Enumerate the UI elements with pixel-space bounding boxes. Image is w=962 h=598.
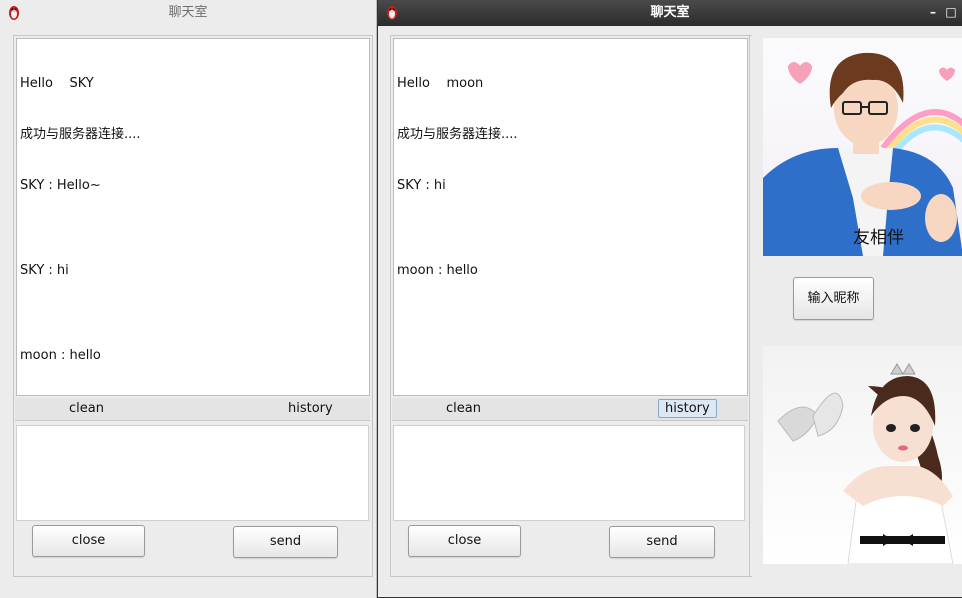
girl-avatar-illustration xyxy=(777,363,954,564)
left-window-title: 聊天室 xyxy=(168,5,208,20)
left-log-line: SKY : hi xyxy=(20,263,69,278)
left-send-button[interactable]: send xyxy=(233,526,338,558)
right-chat-log[interactable]: Hello moon 成功与服务器连接.... SKY : hi moon : … xyxy=(393,38,748,396)
left-log-line: Hello SKY xyxy=(20,76,94,91)
left-history-button[interactable]: history xyxy=(288,401,333,416)
right-clean-button[interactable]: clean xyxy=(446,401,481,416)
left-log-line: moon : hello xyxy=(20,348,101,363)
penguin-icon xyxy=(9,6,19,20)
right-log-line: moon : hello xyxy=(397,263,478,278)
left-title-bar[interactable]: 聊天室 xyxy=(0,0,376,26)
right-title-bar[interactable]: 聊天室 – □ xyxy=(378,0,962,26)
left-chat-log[interactable]: Hello SKY 成功与服务器连接.... SKY : Hello~ SKY … xyxy=(16,38,370,396)
left-message-input[interactable] xyxy=(16,425,369,521)
right-history-button[interactable]: history xyxy=(658,399,717,418)
right-window-title: 聊天室 xyxy=(650,5,690,20)
right-chat-window: 聊天室 – □ Hello moon 成功与服务器连接.... SKY : hi… xyxy=(377,0,962,598)
maximize-icon[interactable]: □ xyxy=(944,4,958,20)
right-log-line: Hello moon xyxy=(397,76,484,91)
right-send-button[interactable]: send xyxy=(609,526,715,558)
right-message-input[interactable] xyxy=(393,425,745,521)
boy-avatar-image: 友相伴 xyxy=(763,38,962,256)
left-close-button[interactable]: close xyxy=(32,525,145,557)
left-toolbar-strip: clean history xyxy=(15,398,370,421)
boy-avatar-illustration: 友相伴 xyxy=(763,52,962,256)
left-log-line: SKY : Hello~ xyxy=(20,178,101,193)
right-close-button[interactable]: close xyxy=(408,525,521,557)
right-toolbar-strip: clean history xyxy=(392,398,748,421)
enter-nickname-button[interactable]: 输入昵称 xyxy=(793,277,874,320)
left-clean-button[interactable]: clean xyxy=(69,401,104,416)
avatar-side-panel: 友相伴 输入昵称 xyxy=(749,36,962,576)
minimize-icon[interactable]: – xyxy=(926,4,940,20)
left-log-line: 成功与服务器连接.... xyxy=(20,127,141,142)
penguin-icon xyxy=(387,6,397,20)
left-chat-window: 聊天室 Hello SKY 成功与服务器连接.... SKY : Hello~ … xyxy=(0,0,377,598)
boy-shirt-text: 友相伴 xyxy=(853,228,904,248)
right-log-line: 成功与服务器连接.... xyxy=(397,127,518,142)
girl-avatar-image xyxy=(763,346,962,564)
right-log-line: SKY : hi xyxy=(397,178,446,193)
